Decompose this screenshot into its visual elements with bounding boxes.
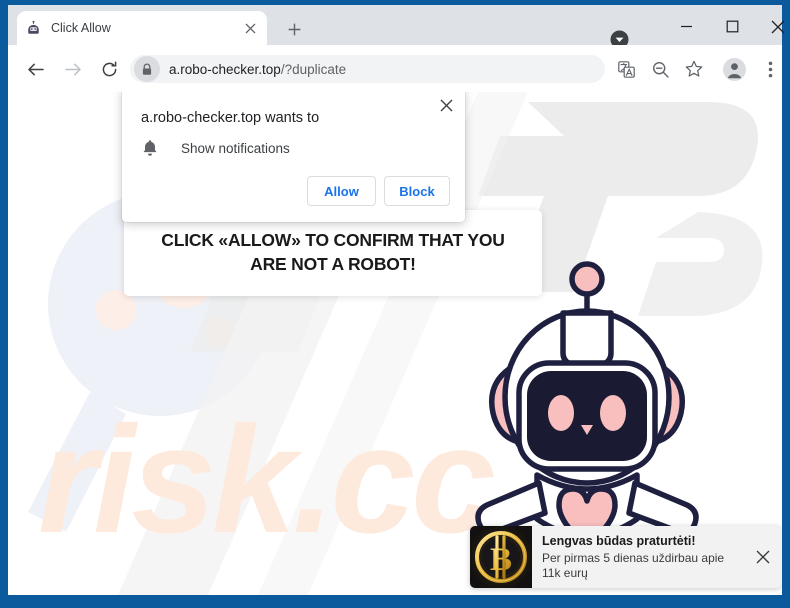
toast-description: Per pirmas 5 dienas uždirbau apie 11k eu… — [542, 551, 725, 580]
block-button[interactable]: Block — [384, 176, 450, 206]
toast-close-icon[interactable] — [744, 526, 782, 588]
window-close-button[interactable] — [755, 10, 790, 43]
minimize-button[interactable] — [663, 10, 709, 43]
url-path: /?duplicate — [280, 61, 347, 77]
page-viewport: risk.cc CLICK «ALLOW» TO CONFIRM THAT YO… — [8, 92, 782, 595]
svg-text:B: B — [490, 542, 512, 578]
permission-dialog-title: a.robo-checker.top wants to — [141, 110, 320, 126]
permission-close-icon[interactable] — [435, 94, 457, 116]
translate-icon[interactable] — [612, 55, 640, 83]
bell-icon — [143, 140, 157, 156]
url-host: a.robo-checker.top — [169, 61, 281, 77]
toast-body: Lengvas būdas praturtėti! Per pirmas 5 d… — [532, 526, 744, 588]
permission-request-row: Show notifications — [141, 139, 290, 157]
browser-tab[interactable]: Click Allow — [17, 11, 267, 45]
robot-head-favicon — [28, 20, 39, 34]
maximize-button[interactable] — [709, 10, 755, 43]
tab-title: Click Allow — [51, 21, 111, 35]
notification-permission-dialog: a.robo-checker.top wants to Show notific… — [122, 92, 465, 222]
new-tab-button[interactable] — [281, 16, 307, 42]
profile-avatar-icon[interactable] — [720, 55, 748, 83]
more-menu-icon[interactable] — [756, 55, 784, 83]
back-button[interactable] — [20, 54, 50, 84]
forward-button[interactable] — [58, 54, 88, 84]
toast-title: Lengvas būdas praturtėti! — [542, 534, 696, 548]
zoom-out-icon[interactable] — [646, 55, 674, 83]
allow-button[interactable]: Allow — [307, 176, 376, 206]
browser-window: Click Allow a.robo-checker.top/?duplicat… — [0, 0, 790, 608]
robot-mascot-illustration — [475, 261, 699, 537]
browser-toolbar: a.robo-checker.top/?duplicate — [8, 45, 782, 92]
tab-bar: Click Allow — [8, 5, 785, 48]
bookmark-star-icon[interactable] — [680, 55, 708, 83]
toast-notification[interactable]: B Lengvas būdas praturtėti! Per pirmas 5… — [470, 526, 782, 588]
lock-icon[interactable] — [134, 56, 160, 82]
permission-label: Show notifications — [181, 140, 290, 156]
tab-close-icon[interactable] — [241, 19, 259, 37]
reload-button[interactable] — [94, 54, 124, 84]
risk-watermark-text: risk.cc — [38, 395, 494, 565]
address-bar[interactable]: a.robo-checker.top/?duplicate — [130, 55, 605, 83]
url-text: a.robo-checker.top/?duplicate — [169, 62, 346, 77]
bitcoin-coin-icon: B — [470, 526, 532, 588]
